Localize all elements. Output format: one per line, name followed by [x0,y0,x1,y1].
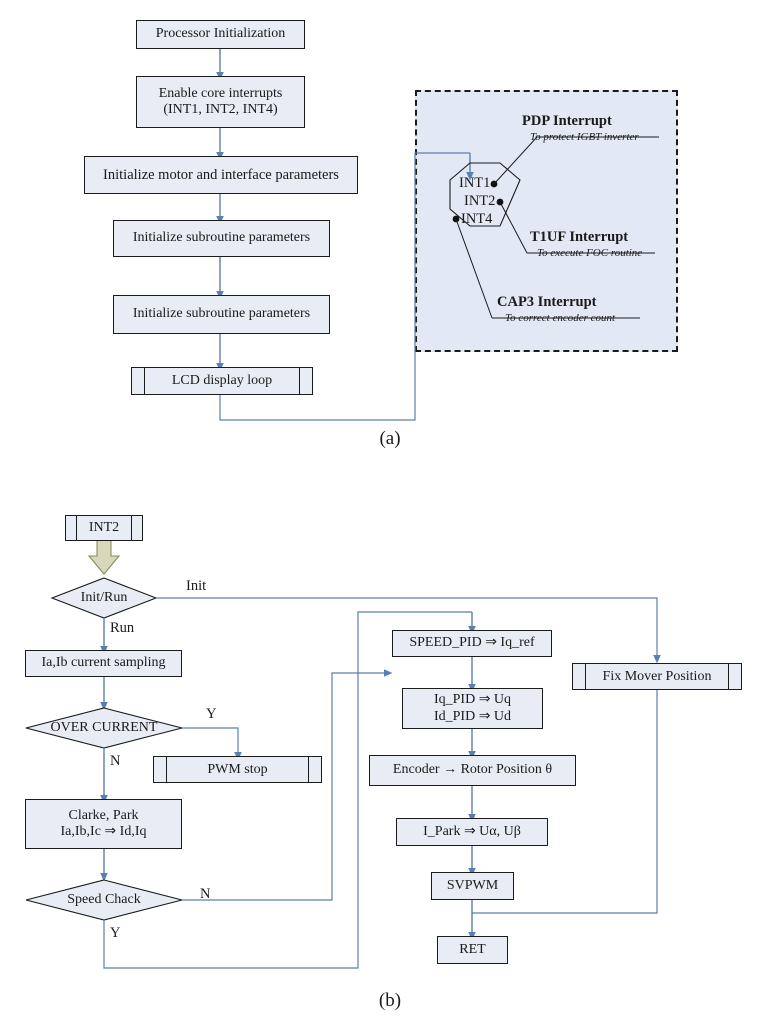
node-pwm-stop[interactable]: PWM stop [153,756,322,783]
node-speed-pid[interactable]: SPEED_PID ⇒ Iq_ref [392,630,552,657]
node-label-line1: Iq_PID ⇒ Uq [433,692,512,708]
node-label: Ia,Ib current sampling [41,655,166,671]
node-label: Initialize motor and interface parameter… [103,166,339,183]
node-clarke-park[interactable]: Clarke, Park Ia,Ib,Ic ⇒ Id,Iq [25,799,182,849]
node-label-line1: Clarke, Park [68,807,139,823]
edge-label-overcurrent-yes: Y [206,706,217,722]
interrupt-subtitle-cap3: To correct encoder count [505,312,616,324]
node-int2-entry[interactable]: INT2 [65,515,143,541]
node-label: LCD display loop [171,373,273,388]
node-label: Init/Run [80,590,128,605]
edge-label-overcurrent-no: N [110,753,121,769]
edge-label-init: Init [186,578,207,594]
node-current-sampling[interactable]: Ia,Ib current sampling [25,650,182,677]
edge-label-run: Run [110,620,135,636]
node-iq-id-pid[interactable]: Iq_PID ⇒ Uq Id_PID ⇒ Ud [402,688,543,729]
node-svpwm[interactable]: SVPWM [431,872,514,900]
node-init-motor-interface[interactable]: Initialize motor and interface parameter… [84,156,358,194]
node-enable-core-interrupts[interactable]: Enable core interrupts (INT1, INT2, INT4… [136,76,305,128]
hexagon-label-int2: INT2 [464,193,496,209]
node-label-wrap: Fix Mover Position [585,663,729,690]
node-label-line1: Enable core interrupts [158,85,283,101]
node-label: SPEED_PID ⇒ Iq_ref [409,635,535,651]
node-label-wrap: PWM stop [166,756,309,783]
figure-canvas: Processor Initialization Enable core int… [0,0,761,1025]
interrupt-title-t1uf: T1UF Interrupt [530,229,629,245]
node-lcd-display-loop[interactable]: LCD display loop [131,367,313,395]
node-ret[interactable]: RET [437,936,508,964]
node-label: OVER CURRENT [50,720,158,735]
node-encoder-rotor-position[interactable]: Encoder → Rotor Position θ [369,755,576,786]
node-init-subroutine-2[interactable]: Initialize subroutine parameters [113,295,330,334]
node-label-wrap: LCD display loop [144,367,300,395]
node-label-line2: (INT1, INT2, INT4) [163,102,278,117]
caption-b: (b) [378,990,402,1011]
interrupt-subtitle-pdp: To protect IGBT inverter [530,131,639,143]
caption-a: (a) [379,428,401,449]
interrupt-title-pdp: PDP Interrupt [522,113,612,129]
edge-label-speed-yes: Y [110,925,121,941]
node-label: RET [459,941,486,957]
node-processor-init[interactable]: Processor Initialization [136,20,305,49]
node-label: Processor Initialization [155,26,286,42]
node-label: SVPWM [446,877,499,893]
node-label-line2: Id_PID ⇒ Ud [433,708,512,724]
node-fix-mover-position[interactable]: Fix Mover Position [572,663,742,690]
node-label: Initialize subroutine parameters [132,230,311,246]
node-init-run-decision[interactable]: Init/Run [52,578,156,618]
node-label: I_Park ⇒ Uα, Uβ [423,823,521,839]
node-label: PWM stop [207,761,268,777]
hexagon-label-int1: INT1 [459,175,491,191]
node-label: INT2 [88,520,120,535]
node-label-line2: Ia,Ib,Ic ⇒ Id,Iq [60,824,147,839]
interrupt-title-cap3: CAP3 Interrupt [497,294,597,310]
node-init-subroutine-1[interactable]: Initialize subroutine parameters [113,220,330,257]
node-inverse-park[interactable]: I_Park ⇒ Uα, Uβ [396,818,548,846]
node-label: Initialize subroutine parameters [132,306,311,322]
interrupt-subtitle-t1uf: To execute FOC routine [537,247,643,259]
node-label: Encoder → Rotor Position θ [392,762,553,778]
node-label: Speed Chack [67,892,141,907]
node-label-wrap: INT2 [76,515,132,541]
node-label: Fix Mover Position [602,668,712,684]
node-over-current-decision[interactable]: OVER CURRENT [26,708,182,748]
edge-label-speed-no: N [200,886,211,902]
hexagon-label-int4: INT4 [461,211,493,227]
node-speed-chack-decision[interactable]: Speed Chack [26,880,182,920]
